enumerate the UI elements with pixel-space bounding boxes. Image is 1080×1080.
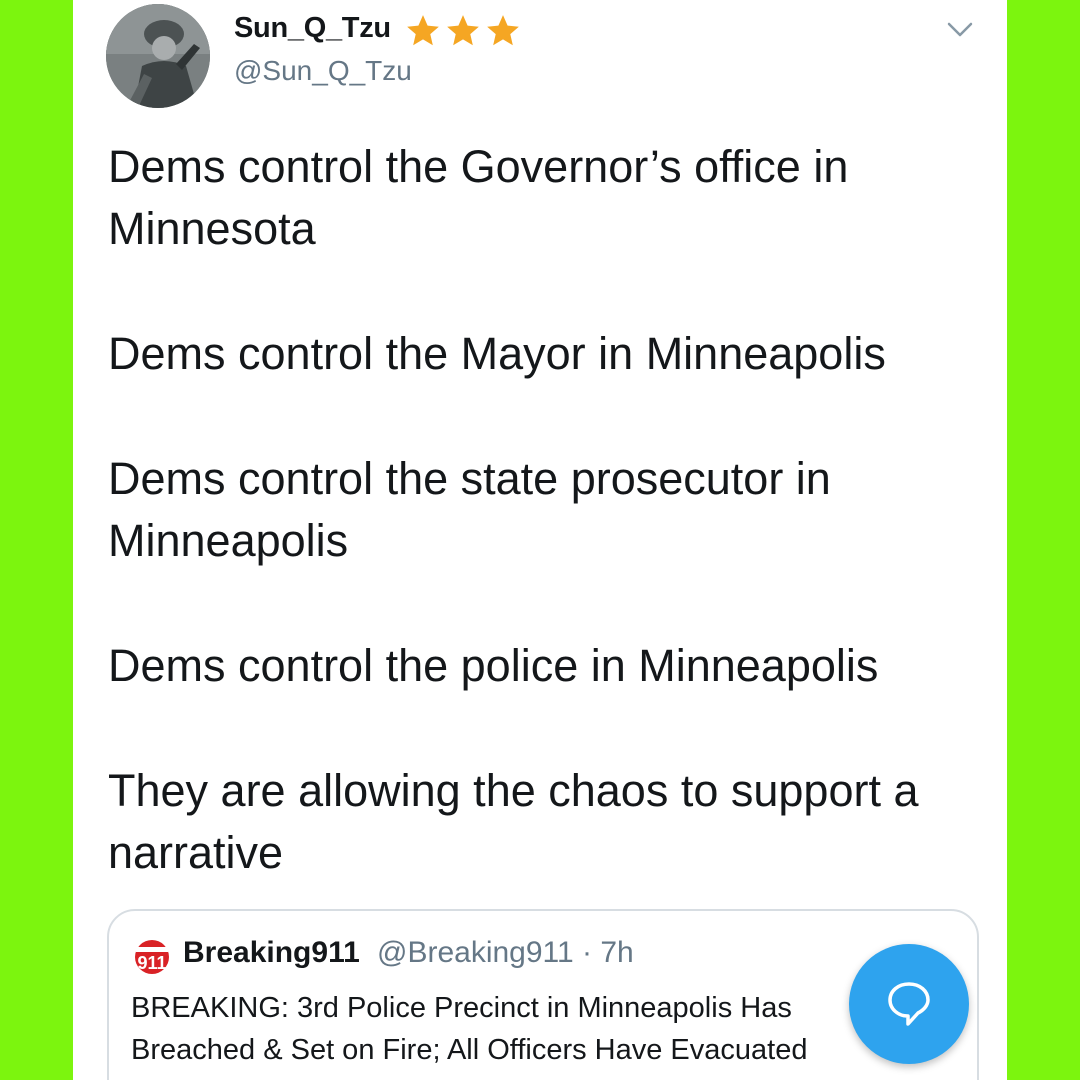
verified-stars (403, 12, 523, 50)
svg-text:911: 911 (137, 953, 166, 973)
quoted-tweet[interactable]: 911 Breaking911 @Breaking911 · 7h BREAKI… (107, 909, 979, 1080)
quoted-display-name[interactable]: Breaking911 (183, 936, 360, 970)
tweet-paragraph: They are allowing the chaos to support a… (108, 765, 919, 878)
tweet-body: Dems control the Governor’s office in Mi… (108, 136, 988, 947)
speech-bubble-icon (888, 982, 930, 1026)
tweet-paragraph: Dems control the Mayor in Minneapolis (108, 328, 886, 379)
chevron-down-icon[interactable] (945, 14, 975, 44)
tweet-card: Sun_Q_Tzu @Sun_Q_Tzu Dems control the Go… (73, 0, 1007, 1080)
display-name[interactable]: Sun_Q_Tzu (234, 12, 391, 45)
green-frame-left (0, 0, 73, 1080)
green-frame-right (1007, 0, 1080, 1080)
user-handle[interactable]: @Sun_Q_Tzu (234, 55, 412, 87)
tweet-paragraph: Dems control the state prosecutor in Min… (108, 453, 831, 566)
star-icon (487, 15, 519, 46)
quoted-handle-time: @Breaking911 · 7h (377, 936, 634, 969)
tweet-paragraph: Dems control the police in Minneapolis (108, 640, 879, 691)
tweet-paragraph: Dems control the Governor’s office in Mi… (108, 141, 849, 254)
compose-reply-button[interactable] (849, 944, 969, 1064)
breaking911-logo-icon: 911 (135, 940, 169, 974)
avatar[interactable] (106, 4, 210, 108)
quoted-text: BREAKING: 3rd Police Precinct in Minneap… (131, 992, 808, 1066)
star-icon (407, 15, 439, 46)
star-icon (447, 15, 479, 46)
